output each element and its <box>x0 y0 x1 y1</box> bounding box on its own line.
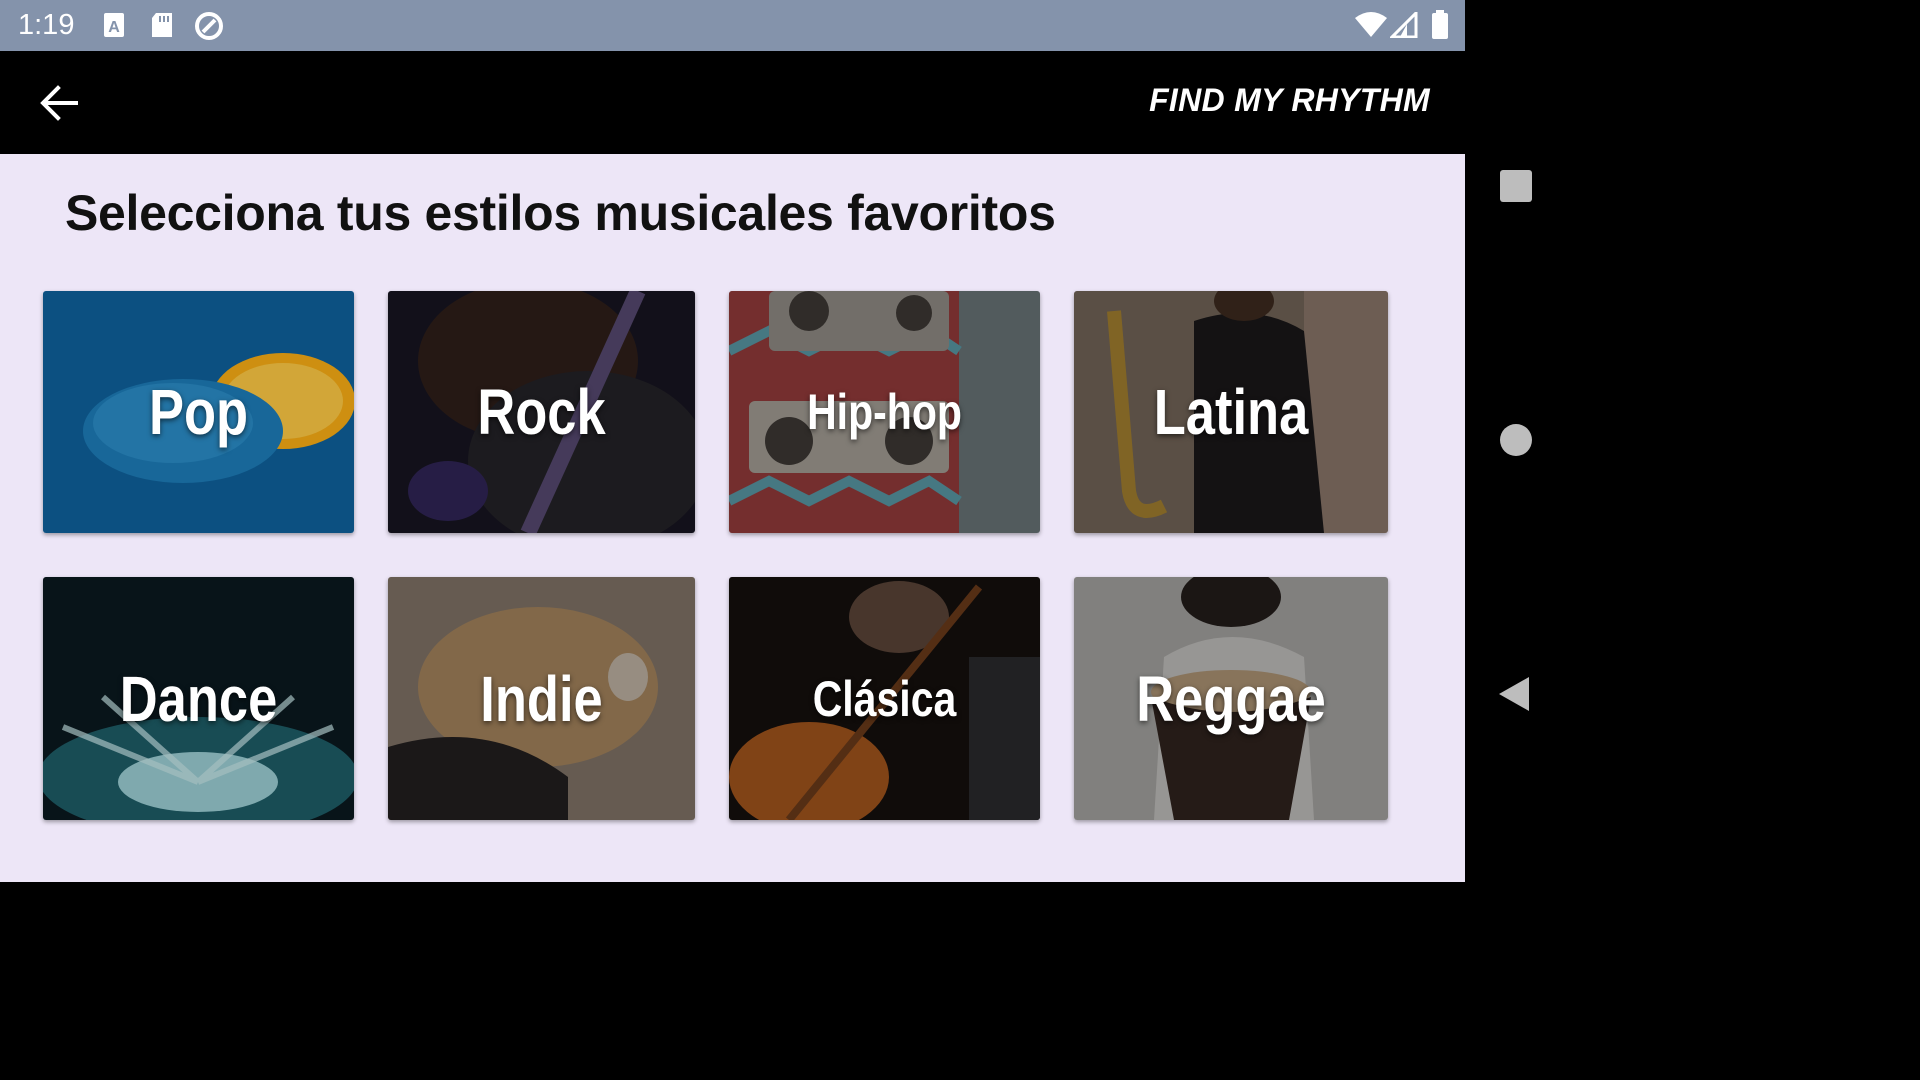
battery-icon <box>1432 10 1448 39</box>
wifi-icon <box>1355 12 1387 37</box>
status-time: 1:19 <box>18 9 75 41</box>
genre-tile-latina[interactable]: Latina <box>1074 291 1388 533</box>
home-button[interactable] <box>1495 419 1537 461</box>
genre-label: Clásica <box>812 670 957 727</box>
genre-label: Indie <box>480 662 603 735</box>
status-bar: 1:19 A <box>0 0 1465 51</box>
app-bar: FIND MY RHYTHM <box>0 51 1465 154</box>
keyboard-a-icon: A <box>104 13 124 37</box>
back-triangle-icon <box>1499 677 1529 711</box>
genre-label: Reggae <box>1136 662 1326 735</box>
arrow-back-icon <box>40 85 78 121</box>
signal-icon <box>1390 12 1418 38</box>
sync-icon <box>195 12 223 40</box>
genre-label: Latina <box>1153 376 1309 448</box>
genre-label: Hip-hop <box>807 384 962 440</box>
navigation-bar <box>1465 0 1568 882</box>
svg-text:A: A <box>108 19 120 36</box>
genre-tile-rock[interactable]: Rock <box>388 291 695 533</box>
back-button[interactable] <box>30 75 90 131</box>
system-back-button[interactable] <box>1495 673 1537 715</box>
home-circle-icon <box>1500 424 1532 456</box>
genre-tile-indie[interactable]: Indie <box>388 577 695 820</box>
page-heading: Selecciona tus estilos musicales favorit… <box>65 185 1056 241</box>
genre-tile-hiphop[interactable]: Hip-hop <box>729 291 1040 533</box>
genre-tile-pop[interactable]: Pop <box>43 291 354 533</box>
genre-tile-clasica[interactable]: Clásica <box>729 577 1040 820</box>
genre-label: Rock <box>477 376 606 448</box>
genre-label: Dance <box>119 662 278 735</box>
main-content: Selecciona tus estilos musicales favorit… <box>0 154 1465 882</box>
genre-tile-reggae[interactable]: Reggae <box>1074 577 1388 820</box>
recents-button[interactable] <box>1495 165 1537 207</box>
recents-square-icon <box>1500 170 1532 202</box>
genre-tile-dance[interactable]: Dance <box>43 577 354 820</box>
app-title: FIND MY RHYTHM <box>1149 82 1430 118</box>
genre-label: Pop <box>148 376 249 448</box>
sd-card-icon <box>152 13 172 37</box>
